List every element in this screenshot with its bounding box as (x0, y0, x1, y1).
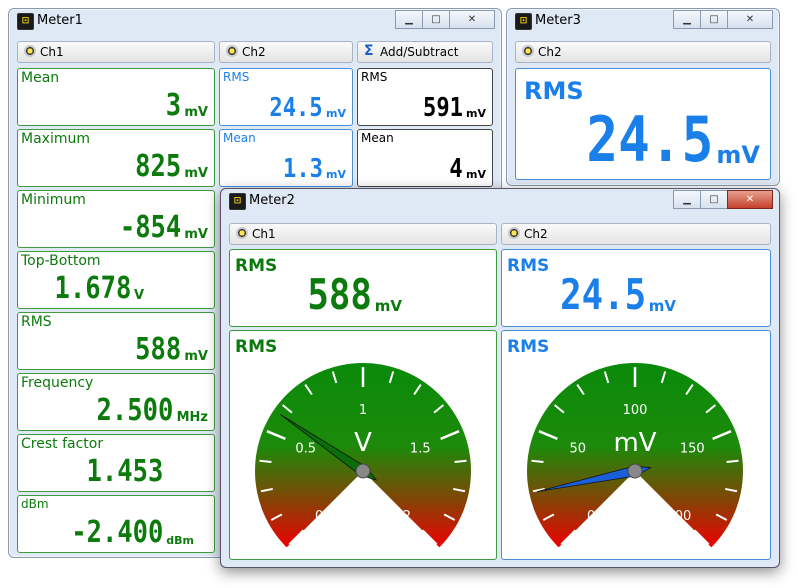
value: 1.678 (54, 271, 131, 306)
gauge-tick-label: 150 (680, 441, 705, 456)
meter-panel-math-mean[interactable]: Mean 4 mV (357, 129, 493, 187)
value: 825 (135, 149, 182, 184)
meter-panel-ch2-mean[interactable]: Mean 1.3 mV (219, 129, 353, 187)
close-button[interactable]: ✕ (727, 190, 773, 209)
close-button[interactable]: ✕ (449, 10, 495, 29)
meter3-window: ⊡ Meter3 ▁ □ ✕ Ch2 RMS 24.5 mV (506, 8, 780, 186)
window-title: Meter1 (37, 13, 83, 28)
value: 24.5 (269, 93, 324, 123)
meter-panel-mean[interactable]: Mean 3 mV (17, 68, 215, 126)
meter-panel-ch1-rms[interactable]: RMS 588 mV (229, 249, 497, 327)
value: 4 (449, 154, 464, 184)
meter3-titlebar[interactable]: ⊡ Meter3 ▁ □ ✕ (507, 9, 779, 35)
value: 591 (423, 93, 464, 123)
maximize-button[interactable]: □ (700, 190, 728, 209)
gauge-tick-label: 0 (587, 509, 595, 524)
meter-panel-math-rms[interactable]: RMS 591 mV (357, 68, 493, 126)
app-icon: ⊡ (229, 193, 246, 210)
meter-panel-frequency[interactable]: Frequency 2.500 MHz (17, 373, 215, 431)
meter-panel-top-bottom[interactable]: Top-Bottom 1.678 V (17, 251, 215, 309)
gauge-panel-ch2[interactable]: RMS 0 50 100 150 200 mV (501, 330, 771, 560)
unit: mV (374, 297, 402, 315)
unit: mV (648, 297, 676, 315)
channel-probe-icon (522, 45, 534, 57)
maximize-button[interactable]: □ (700, 10, 728, 29)
tab-ch2[interactable]: Ch2 (515, 41, 771, 63)
close-button[interactable]: ✕ (727, 10, 773, 29)
unit: mV (466, 168, 486, 181)
gauge-tick-label: 1.5 (410, 441, 431, 456)
channel-probe-icon (24, 45, 36, 57)
meter-panel-ch2-rms[interactable]: RMS 24.5 mV (219, 68, 353, 126)
tab-ch2[interactable]: Ch2 (219, 41, 353, 63)
meter-panel-crest-factor[interactable]: Crest factor 1.453 (17, 434, 215, 492)
channel-probe-icon (226, 45, 238, 57)
meter1-titlebar[interactable]: ⊡ Meter1 ▁ □ ✕ (9, 9, 501, 35)
gauge-unit-label: V (354, 428, 372, 458)
channel-probe-icon (508, 227, 520, 239)
gauge-hub (355, 463, 371, 479)
gauge-minor-tick (726, 459, 739, 463)
unit: mV (326, 107, 346, 120)
value: -2.400 (71, 515, 164, 550)
meter-panel-dbm[interactable]: dBm -2.400 dBm (17, 495, 215, 553)
unit: mV (466, 107, 486, 120)
unit: MHz (176, 410, 208, 425)
gauge-minor-tick (454, 459, 467, 463)
unit: mV (184, 349, 208, 364)
gauge-minor-tick (531, 459, 544, 463)
unit: mV (184, 227, 208, 242)
minimize-button[interactable]: ▁ (673, 10, 701, 29)
gauge-tick-label: 50 (569, 441, 586, 456)
tab-ch1[interactable]: Ch1 (17, 41, 215, 63)
minimize-button[interactable]: ▁ (395, 10, 423, 29)
unit: V (133, 288, 144, 303)
gauge-ch1: 0 0.5 1 1.5 2 V (255, 363, 471, 548)
tab-add-subtract[interactable]: Σ Add/Subtract (357, 41, 493, 63)
tab-ch1[interactable]: Ch1 (229, 223, 497, 245)
value: 2.500 (96, 393, 174, 428)
meter-panel-ch2-rms-large[interactable]: RMS 24.5 mV (515, 68, 771, 180)
unit: mV (184, 166, 208, 181)
meter-panel-rms[interactable]: RMS 588 mV (17, 312, 215, 370)
meter2-window: ⊡ Meter2 ▁ □ ✕ Ch1 Ch2 RMS 588 mV RMS 24.… (220, 188, 780, 568)
value: 24.5 (586, 103, 714, 176)
meter-panel-ch2-rms[interactable]: RMS 24.5 mV (501, 249, 771, 327)
gauge-minor-tick (259, 459, 272, 463)
value: 1.453 (86, 454, 163, 489)
channel-probe-icon (236, 227, 248, 239)
gauge-tick-label: 0.5 (295, 441, 316, 456)
gauge-unit-label: mV (613, 428, 656, 458)
gauge-tick-label: 0 (315, 509, 323, 524)
gauge-tick-label: 100 (623, 403, 648, 418)
unit: mV (326, 168, 346, 181)
app-icon: ⊡ (17, 13, 34, 30)
gauge-hub (627, 463, 643, 479)
gauge-panel-ch1[interactable]: RMS 0 0.5 1 1.5 2 V (229, 330, 497, 560)
value: 1.3 (283, 154, 324, 184)
unit: dBm (166, 534, 194, 547)
maximize-button[interactable]: □ (422, 10, 450, 29)
gauge-tick-label: 1 (359, 403, 367, 418)
meter2-titlebar[interactable]: ⊡ Meter2 ▁ □ ✕ (221, 189, 779, 215)
gauge-ch2: 0 50 100 150 200 mV (527, 363, 743, 548)
tab-ch2[interactable]: Ch2 (501, 223, 771, 245)
value: 588 (135, 332, 182, 367)
unit: mV (184, 105, 208, 120)
value: 3 (166, 88, 182, 123)
minimize-button[interactable]: ▁ (673, 190, 701, 209)
window-title: Meter3 (535, 13, 581, 28)
app-icon: ⊡ (515, 13, 532, 30)
value: 588 (307, 270, 372, 319)
window-title: Meter2 (249, 193, 295, 208)
value: 24.5 (559, 270, 646, 319)
unit: mV (716, 141, 760, 169)
gauge-tick-label: 2 (403, 509, 411, 524)
value: -854 (119, 210, 182, 245)
gauge-tick-label: 200 (666, 509, 691, 524)
meter-panel-maximum[interactable]: Maximum 825 mV (17, 129, 215, 187)
meter-panel-minimum[interactable]: Minimum -854 mV (17, 190, 215, 248)
sigma-icon: Σ (364, 43, 374, 59)
